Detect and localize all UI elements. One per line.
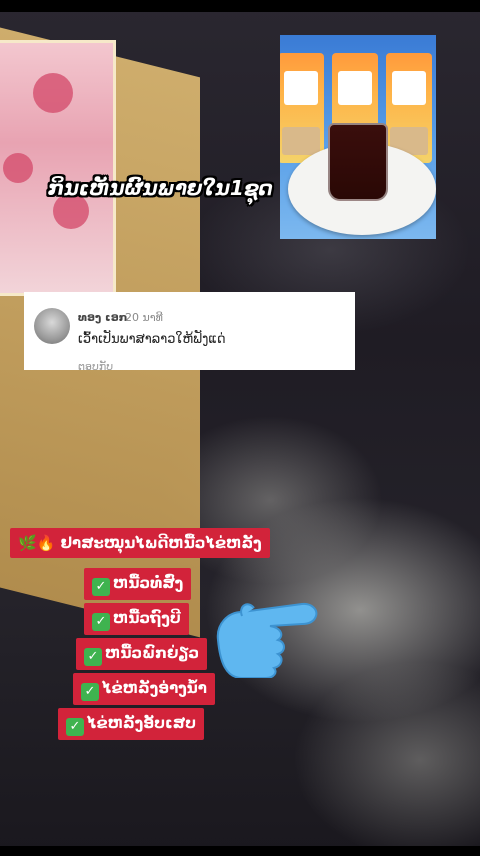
product-photo — [280, 35, 436, 239]
avatar[interactable] — [34, 308, 70, 344]
comment-reply-card[interactable]: ທອງ ເອກ · 20 ນາທີ ເວົ້າເປັນພາສາລາວໃຫ້ຟັງ… — [24, 292, 355, 370]
check-icon: ✓ — [92, 578, 110, 596]
headline-tag: 🌿🔥 ຢາສະໝຸນໄພດີຫນື້ວໄຂ່ຫລັງ — [10, 528, 270, 558]
pointing-hand-icon — [216, 602, 318, 678]
bottom-letterbox — [0, 846, 480, 856]
tea-glass — [328, 123, 388, 201]
benefit-text: ໄຂ່ຫລັງອ່າງນ້ຳ — [102, 679, 207, 697]
comment-reply-link[interactable]: ຕອບກັບ — [78, 360, 113, 370]
benefit-text: ຫນື້ວທໍ່ສົ່ງ — [113, 574, 184, 592]
benefit-text: ຫນື້ວພົກຍ່ຽວ — [105, 644, 200, 662]
benefit-tag: ✓ ຫນື້ວຖົງບີ — [84, 603, 189, 635]
video-frame[interactable]: ກິນເຫັນຜົນພາຍໃນ1ຊຸດ ທອງ ເອກ · 20 ນາທີ ເວ… — [0, 0, 480, 856]
benefit-text: ຫນື້ວຖົງບີ — [113, 609, 181, 627]
top-letterbox — [0, 0, 480, 12]
check-icon: ✓ — [92, 613, 110, 631]
herb-fire-icon: 🌿🔥 — [18, 534, 56, 552]
comment-text: ເວົ້າເປັນພາສາລາວໃຫ້ຟັງແດ່ — [78, 332, 226, 347]
check-icon: ✓ — [84, 648, 102, 666]
benefit-text: ໄຂ່ຫລັງອັບເສບ — [87, 714, 197, 732]
check-icon: ✓ — [81, 683, 99, 701]
benefit-tag: ✓ ຫນື້ວພົກຍ່ຽວ — [76, 638, 208, 670]
headline-text: ຢາສະໝຸນໄພດີຫນື້ວໄຂ່ຫລັງ — [60, 534, 262, 552]
benefit-tag: ✓ ໄຂ່ຫລັງອ່າງນ້ຳ — [73, 673, 215, 705]
comment-time: · 20 ນາທີ — [118, 311, 163, 324]
benefit-tag: ✓ ຫນື້ວທໍ່ສົ່ງ — [84, 568, 192, 600]
product-bag — [280, 53, 324, 163]
video-caption: ກິນເຫັນຜົນພາຍໃນ1ຊຸດ — [48, 176, 273, 200]
box-poster — [0, 40, 116, 296]
check-icon: ✓ — [66, 718, 84, 736]
benefit-tag: ✓ ໄຂ່ຫລັງອັບເສບ — [58, 708, 205, 740]
